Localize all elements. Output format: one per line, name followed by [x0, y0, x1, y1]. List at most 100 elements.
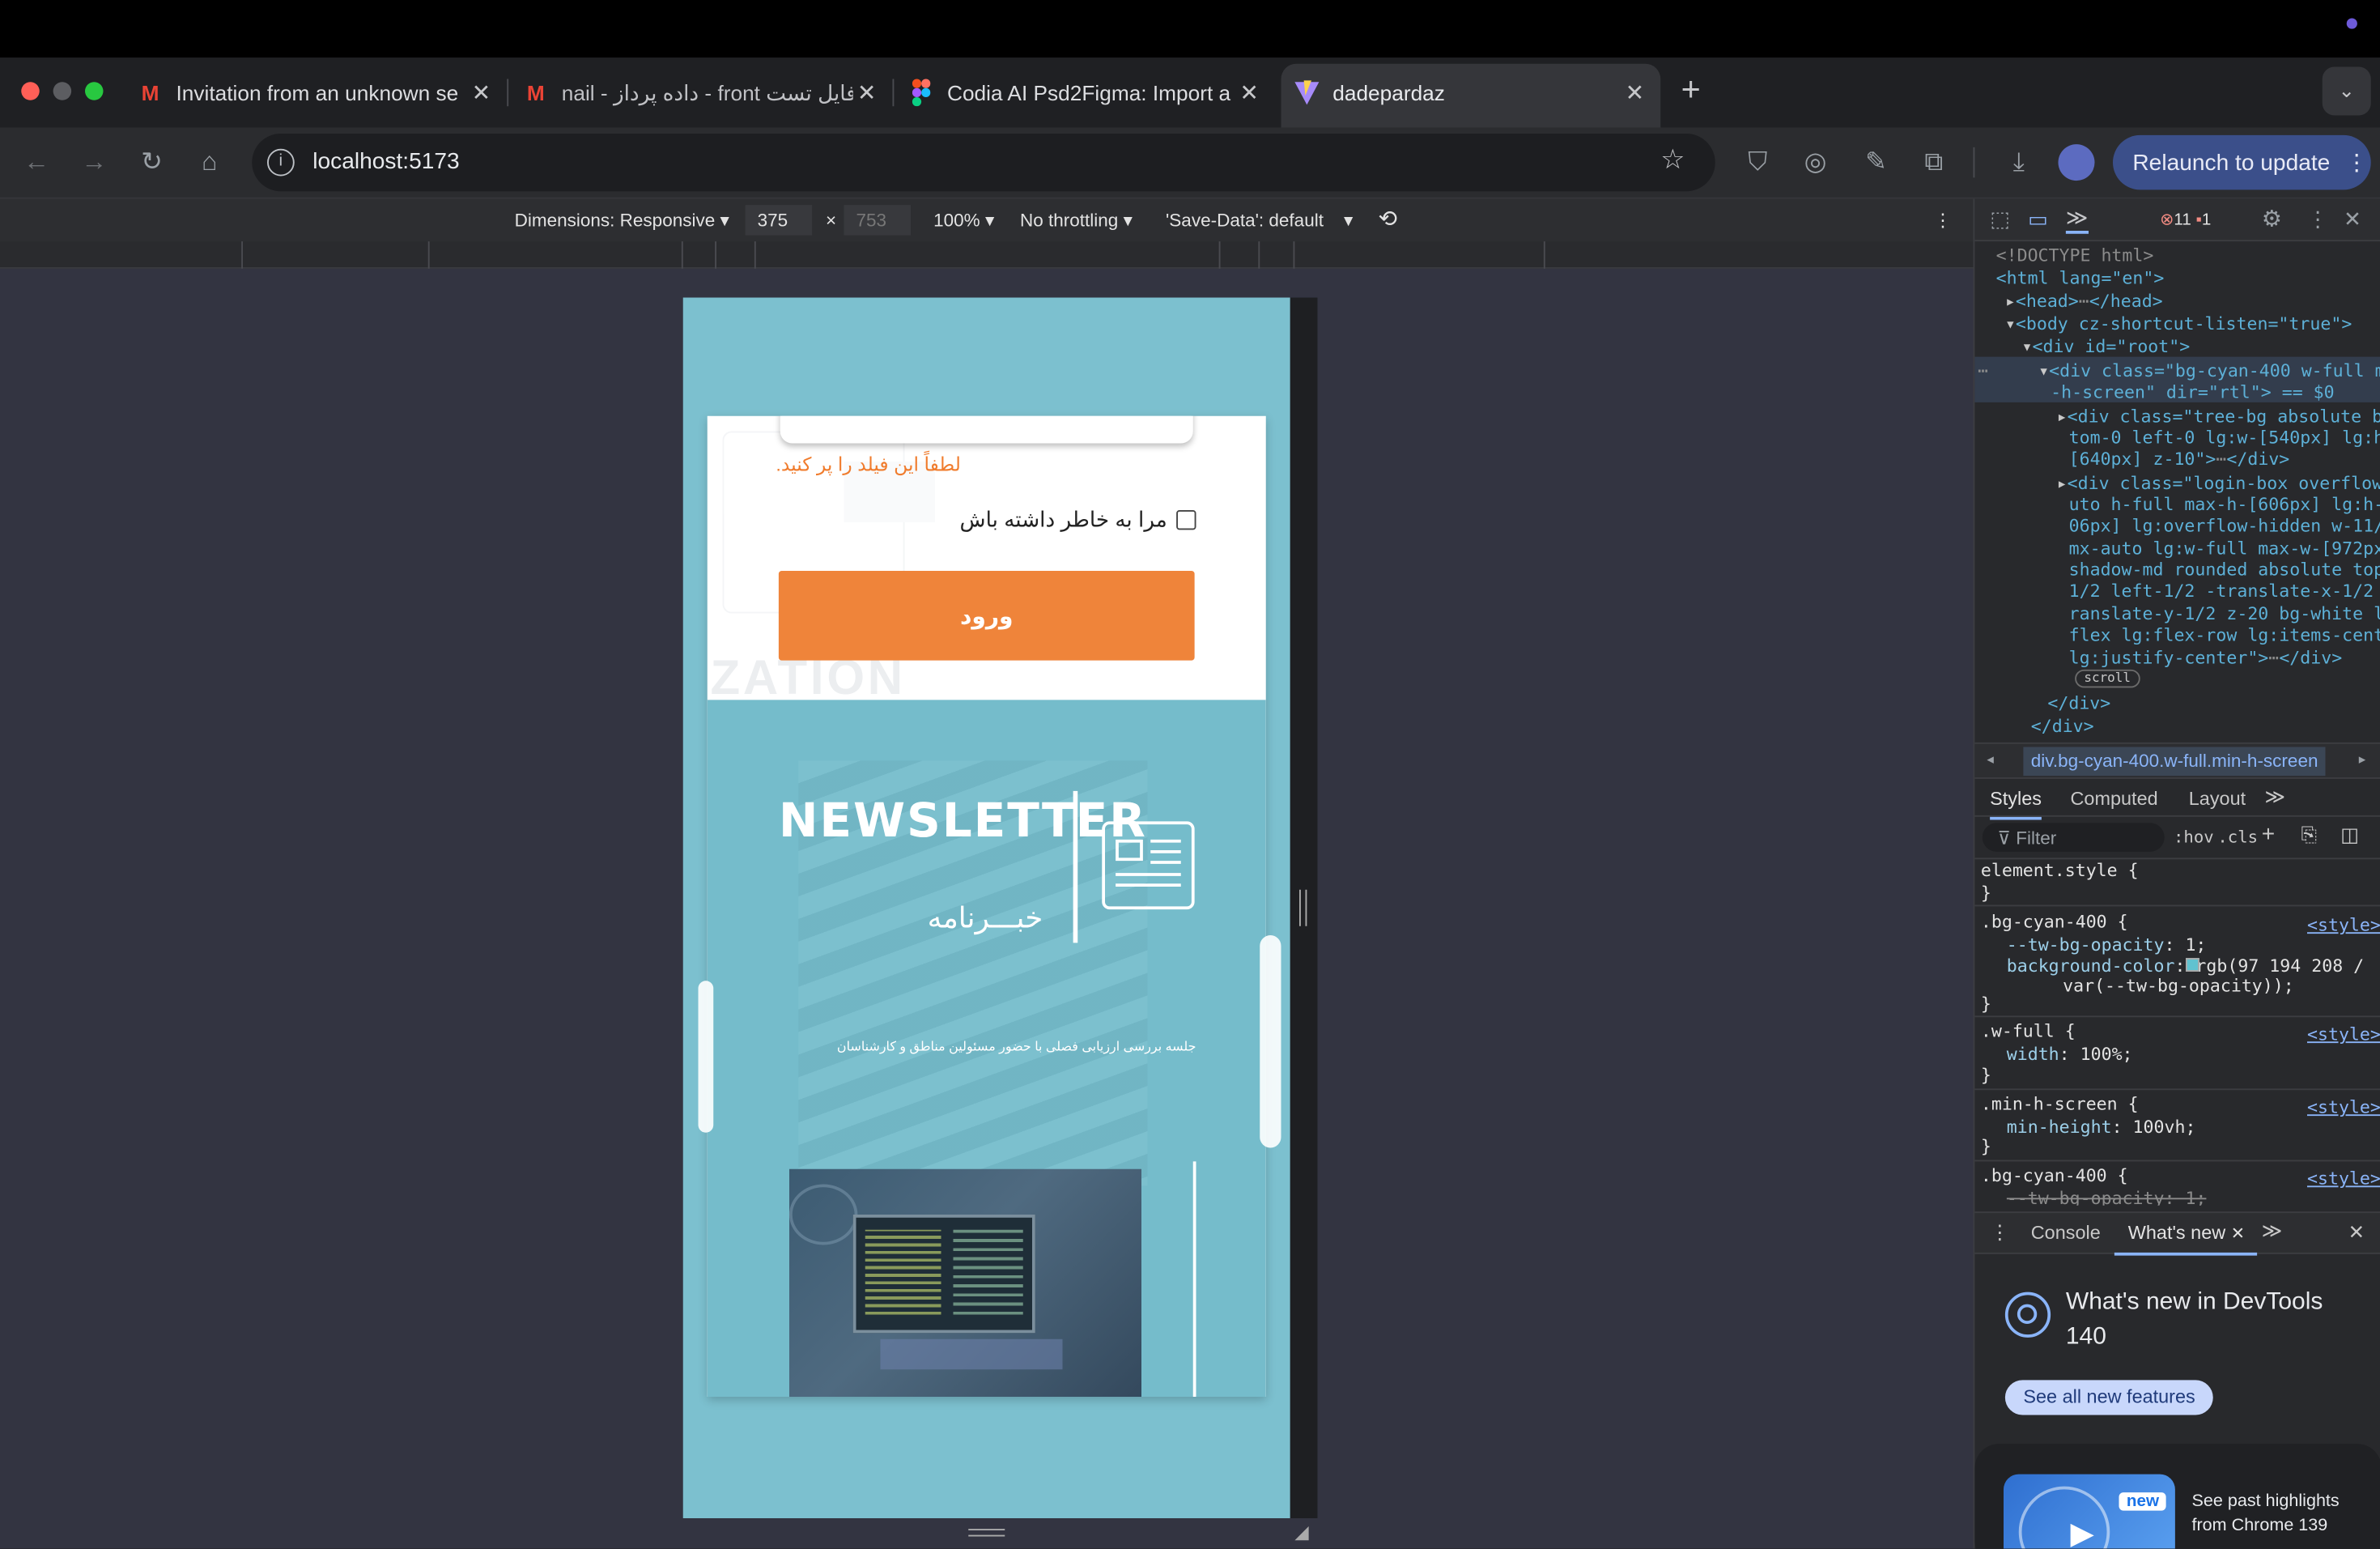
close-window-button[interactable] — [21, 82, 40, 100]
add-rule-icon[interactable]: + — [2262, 821, 2275, 847]
tab-console[interactable]: Console — [2031, 1222, 2101, 1243]
breadcrumb-left-arrow[interactable]: ◂ — [1987, 751, 1993, 768]
width-input[interactable]: 375 — [746, 205, 813, 236]
relaunch-to-update-button[interactable]: Relaunch to update ⋮ — [2113, 135, 2371, 190]
dom-body-row[interactable]: ▾<body cz-shortcut-listen="true"> — [2005, 313, 2352, 334]
drawer-menu-icon[interactable]: ⋮ — [1990, 1221, 2009, 1245]
settings-gear-icon[interactable]: ⚙ — [2262, 205, 2282, 232]
throttling-dropdown[interactable]: No throttling ▾ — [1020, 210, 1133, 231]
rule-min-h-source[interactable]: <style> — [2307, 1096, 2380, 1117]
highlights-thumbnail[interactable]: ▶ new — [2004, 1475, 2175, 1549]
bookmark-star-icon[interactable]: ☆ — [1660, 144, 1685, 176]
download-icon[interactable]: ⤓ — [2000, 144, 2037, 181]
dom-html[interactable]: <html lang="en"> — [1996, 267, 2165, 288]
dom-login-box-row[interactable]: ▸<div class="login-box overflow-a — [2057, 472, 2380, 493]
eyedropper-extension-icon[interactable]: ✎ — [1858, 144, 1894, 181]
remember-label: مرا به خاطر داشته باش — [960, 507, 1167, 533]
device-resize-frame[interactable] — [1290, 298, 1318, 1519]
more-tabs-icon[interactable]: ≫ — [2066, 205, 2088, 234]
dom-div-close2[interactable]: </div> — [2031, 715, 2094, 736]
device-more-icon[interactable]: ⋮ — [1934, 210, 1953, 231]
url-text[interactable]: localhost:5173 — [312, 149, 459, 175]
dom-row-menu-icon[interactable]: ⋯ — [1978, 360, 1988, 381]
scroll-badge[interactable]: scroll — [2075, 670, 2140, 688]
address-bar[interactable]: i localhost:5173 ☆ — [252, 134, 1715, 191]
device-toggle-icon[interactable]: ▭ — [2028, 206, 2048, 232]
dom-head-row[interactable]: ▸<head>⋯</head> — [2005, 290, 2163, 311]
forward-icon[interactable]: → — [76, 144, 113, 181]
close-drawer-icon[interactable]: ✕ — [2348, 1221, 2365, 1245]
dom-doctype[interactable]: <!DOCTYPE html> — [1996, 245, 2154, 266]
rule-w-full-source[interactable]: <style> — [2307, 1023, 2380, 1045]
rule-bg-cyan-prop1-row[interactable]: --tw-bg-opacity: 1; — [2007, 934, 2207, 955]
home-icon[interactable]: ⌂ — [191, 144, 227, 181]
breadcrumb-right-arrow[interactable]: ▸ — [2359, 751, 2365, 768]
rule-bg-cyan2-source[interactable]: <style> — [2307, 1168, 2380, 1189]
paint-brush-icon[interactable]: ⎘ — [2301, 823, 2318, 847]
tab-codia[interactable]: Codia AI Psd2Figma: Import a ✕ — [907, 67, 1263, 119]
tab-search-button[interactable]: ⌄ — [2323, 67, 2371, 116]
resize-handle-bottom[interactable] — [968, 1529, 1005, 1536]
profile-avatar[interactable] — [2059, 144, 2095, 181]
site-info-icon[interactable]: i — [267, 149, 295, 177]
maximize-window-button[interactable] — [85, 82, 104, 100]
rule-bg-cyan2-prop[interactable]: --tw-bg-opacity: 1; — [2007, 1187, 2207, 1206]
rule-min-h-selector[interactable]: .min-h-screen { — [1981, 1093, 2139, 1114]
toggle-sidebar-icon[interactable]: ◫ — [2340, 823, 2359, 847]
dimensions-dropdown[interactable]: Dimensions: Responsive ▾ — [515, 210, 729, 231]
rule-bg-cyan2-selector[interactable]: .bg-cyan-400 { — [1981, 1164, 2128, 1185]
resize-corner-icon[interactable]: ◢ — [1294, 1521, 1308, 1543]
rule-min-h-prop-row[interactable]: min-height: 100vh; — [2007, 1116, 2196, 1137]
rule-bg-cyan-source[interactable]: <style> — [2307, 914, 2380, 935]
dom-login-line3: 06px] lg:overflow-hidden w-11/12 — [2069, 515, 2380, 536]
more-panels-icon[interactable]: ≫ — [2265, 785, 2286, 809]
resize-handle-right[interactable] — [1299, 890, 1307, 926]
remember-checkbox[interactable] — [1176, 510, 1196, 530]
save-data-dropdown[interactable]: 'Save-Data': default ▾ — [1166, 210, 1353, 231]
minimize-window-button[interactable] — [53, 82, 72, 100]
close-tab-icon[interactable]: ✕ — [1621, 79, 1649, 107]
rotate-icon[interactable]: ⟲ — [1379, 205, 1398, 232]
see-all-features-button[interactable]: See all new features — [2005, 1380, 2213, 1415]
breadcrumb[interactable]: div.bg-cyan-400.w-full.min-h-screen — [2023, 747, 2325, 777]
extensions-puzzle-icon[interactable]: ⧉ — [1915, 144, 1952, 181]
color-swatch[interactable] — [2186, 958, 2199, 972]
close-whats-new-icon[interactable]: ✕ — [2231, 1225, 2245, 1244]
error-count[interactable]: ⊗11 ▪1 — [2160, 210, 2211, 229]
inspect-element-icon[interactable]: ⬚ — [1990, 206, 2010, 232]
reload-icon[interactable]: ↻ — [134, 144, 170, 181]
password-field[interactable] — [780, 416, 1193, 444]
tab-dadepardaz[interactable]: dadepardaz ✕ — [1294, 67, 1649, 119]
filter-input[interactable]: ⊽ Filter — [1983, 823, 2165, 852]
remember-me-row[interactable]: مرا به خاطر داشته باش — [960, 507, 1196, 533]
close-tab-icon[interactable]: ✕ — [468, 79, 495, 107]
dom-root-row[interactable]: ▾<div id="root"> — [2022, 335, 2191, 356]
rule-w-full-selector[interactable]: .w-full { — [1981, 1020, 2076, 1041]
tab-whats-new[interactable]: What's new ✕ — [2114, 1222, 2257, 1255]
close-tab-icon[interactable]: ✕ — [853, 79, 881, 107]
target-extension-icon[interactable]: ◎ — [1797, 144, 1834, 181]
login-button[interactable]: ورود — [779, 571, 1195, 661]
rule-w-full-prop-row[interactable]: width: 100%; — [2007, 1043, 2133, 1064]
close-tab-icon[interactable]: ✕ — [1235, 79, 1263, 107]
tab-layout[interactable]: Layout — [2189, 788, 2246, 809]
devtools-more-icon[interactable]: ⋮ — [2307, 206, 2328, 232]
tab-gmail-front[interactable]: M nail - داده پرداز - front فایل تست ✕ — [522, 67, 881, 119]
zoom-dropdown[interactable]: 100% ▾ — [933, 210, 994, 231]
dom-div-close1[interactable]: </div> — [2047, 692, 2110, 713]
shield-extension-icon[interactable]: ⛉ — [1740, 144, 1776, 181]
dom-selected-row[interactable]: ▾<div class="bg-cyan-400 w-full min — [2038, 360, 2380, 381]
back-icon[interactable]: ← — [19, 144, 55, 181]
highlights-text[interactable]: See past highlights from Chrome 139 — [2192, 1489, 2352, 1538]
more-drawer-tabs-icon[interactable]: ≫ — [2262, 1219, 2283, 1244]
close-devtools-icon[interactable]: ✕ — [2344, 206, 2361, 232]
hov-toggle[interactable]: :hov — [2174, 828, 2214, 847]
cls-toggle[interactable]: .cls — [2217, 828, 2258, 847]
rule-bg-cyan-selector[interactable]: .bg-cyan-400 { — [1981, 911, 2128, 932]
new-tab-button[interactable]: + — [1672, 73, 1709, 109]
tab-gmail-invitation[interactable]: M Invitation from an unknown se ✕ — [137, 67, 495, 119]
height-input[interactable]: 753 — [844, 205, 912, 236]
element-style-rule[interactable]: element.style { — [1981, 859, 2139, 880]
tab-computed[interactable]: Computed — [2071, 788, 2158, 809]
dom-tree-bg-row[interactable]: ▸<div class="tree-bg absolute bot — [2057, 406, 2380, 427]
